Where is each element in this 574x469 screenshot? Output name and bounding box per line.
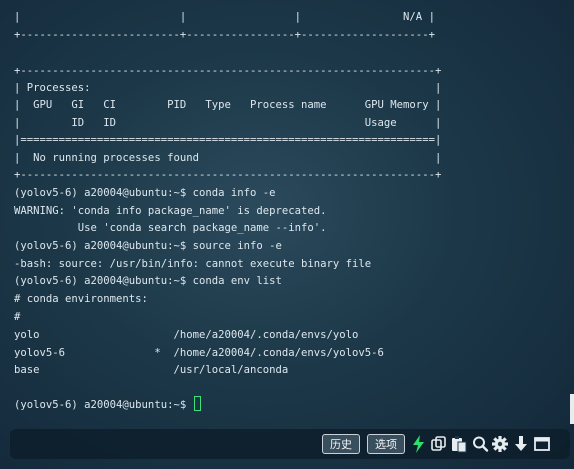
history-button[interactable]: 历史 <box>322 434 360 454</box>
paste-icon[interactable] <box>450 434 468 454</box>
terminal-line: # conda environments: <box>14 293 148 305</box>
terminal-line: base /usr/local/anconda <box>14 364 289 376</box>
terminal-line: +---------------------------------------… <box>14 65 442 77</box>
terminal-line: | ID ID Usage | <box>14 117 442 129</box>
search-icon[interactable] <box>471 434 489 454</box>
terminal-line: | GPU GI CI PID Type Process name GPU Me… <box>14 99 442 111</box>
terminal-cursor <box>194 396 201 411</box>
terminal-line: WARNING: 'conda info package_name' is de… <box>14 205 327 217</box>
options-button[interactable]: 选项 <box>367 434 405 454</box>
terminal-line: | Processes: | <box>14 82 442 94</box>
terminal-line: +---------------------------------------… <box>14 169 442 181</box>
gear-icon[interactable] <box>491 434 509 454</box>
terminal-line: |=======================================… <box>14 134 442 146</box>
terminal-line: +-------------------------+-------------… <box>14 29 435 41</box>
terminal-prompt: (yolov5-6) a20004@ubuntu:~$ <box>14 399 193 411</box>
terminal-line: | No running processes found | <box>14 152 442 164</box>
terminal-line: (yolov5-6) a20004@ubuntu:~$ source info … <box>14 240 282 252</box>
terminal-line: (yolov5-6) a20004@ubuntu:~$ conda env li… <box>14 275 282 287</box>
terminal-line: -bash: source: /usr/bin/info: cannot exe… <box>14 258 372 270</box>
side-scroll-tab[interactable] <box>570 394 574 424</box>
terminal-output[interactable]: | | | N/A | +-------------------------+-… <box>0 0 574 428</box>
terminal-line: yolov5-6 * /home/a20004/.conda/envs/yolo… <box>14 347 384 359</box>
terminal-line: | | | N/A | <box>14 11 435 23</box>
download-icon[interactable] <box>512 434 530 454</box>
copy-icon[interactable] <box>430 434 448 454</box>
terminal-line: yolo /home/a20004/.conda/envs/yolo <box>14 329 359 341</box>
window-icon[interactable] <box>533 434 551 454</box>
lightning-icon[interactable] <box>410 434 428 454</box>
bottom-toolbar: 历史 选项 <box>10 429 570 459</box>
terminal-line: Use 'conda search package_name --info'. <box>14 222 327 234</box>
terminal-line: # <box>14 311 21 323</box>
terminal-line: (yolov5-6) a20004@ubuntu:~$ conda info -… <box>14 187 276 199</box>
